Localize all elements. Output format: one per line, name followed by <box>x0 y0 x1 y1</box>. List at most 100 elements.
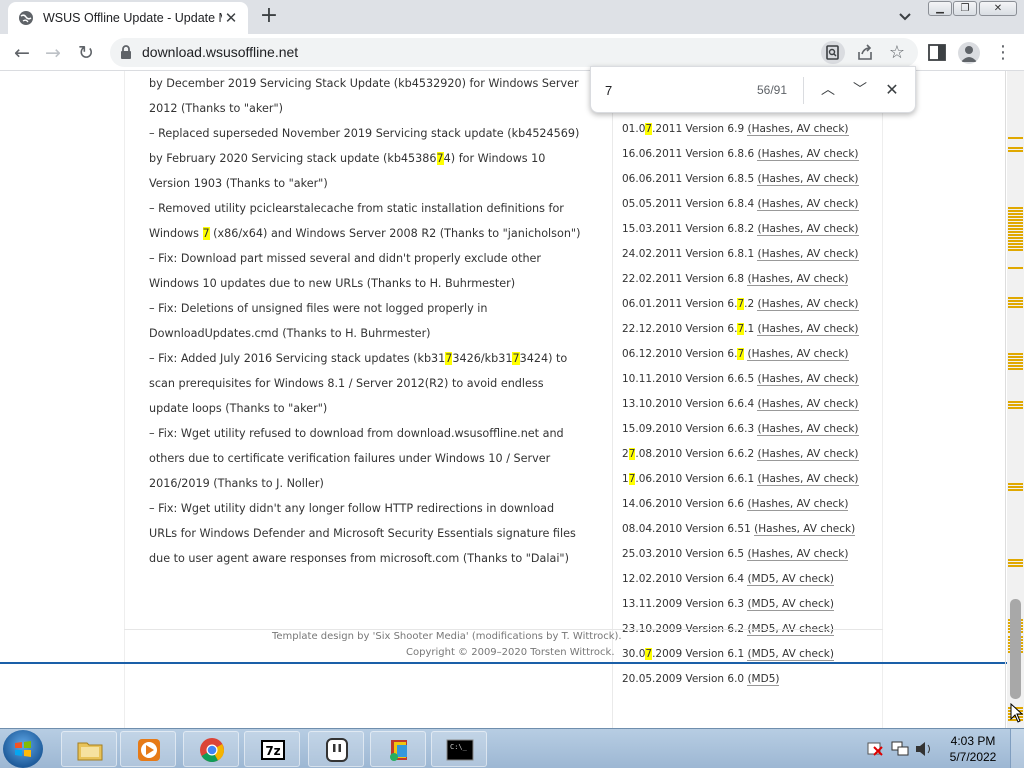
version-item[interactable]: 27.08.2010 Version 6.6.2 (Hashes, AV che… <box>622 442 859 467</box>
text-fragment: Version 6.9 <box>682 123 748 135</box>
version-item[interactable]: 14.06.2010 Version 6.6 (Hashes, AV check… <box>622 492 859 517</box>
version-item[interactable]: 20.05.2009 Version 6.0 (MD5) <box>622 667 859 692</box>
version-item[interactable]: 05.05.2011 Version 6.8.4 (Hashes, AV che… <box>622 192 859 217</box>
version-item[interactable]: 12.02.2010 Version 6.4 (MD5, AV check) <box>622 567 859 592</box>
version-date: 25.03.2010 <box>622 548 682 560</box>
find-result-tick <box>1008 489 1023 491</box>
version-item[interactable]: 13.10.2010 Version 6.6.4 (Hashes, AV che… <box>622 392 859 417</box>
version-link[interactable]: (Hashes, AV check) <box>747 273 849 286</box>
version-label: Version 6.7.2 <box>682 298 757 310</box>
version-link[interactable]: (Hashes, AV check) <box>757 223 859 236</box>
action-center-icon[interactable] <box>867 742 883 756</box>
version-item[interactable]: 06.01.2011 Version 6.7.2 (Hashes, AV che… <box>622 292 859 317</box>
find-result-tick <box>1008 147 1023 149</box>
version-item[interactable]: 08.04.2010 Version 6.51 (Hashes, AV chec… <box>622 517 859 542</box>
page-scrollbar[interactable] <box>1007 71 1024 728</box>
version-link[interactable]: (MD5, AV check) <box>747 648 834 661</box>
version-link[interactable]: (MD5) <box>747 673 780 686</box>
find-result-tick <box>1008 356 1023 358</box>
window-maximize-button[interactable]: ❐ <box>953 1 977 16</box>
version-item[interactable]: 06.12.2010 Version 6.7 (Hashes, AV check… <box>622 342 859 367</box>
version-item[interactable]: 16.06.2011 Version 6.8.6 (Hashes, AV che… <box>622 142 859 167</box>
kebab-menu-icon[interactable]: ⋮ <box>994 41 1012 65</box>
version-link[interactable]: (Hashes, AV check) <box>757 148 859 161</box>
star-icon[interactable]: ☆ <box>887 43 907 63</box>
version-link[interactable]: (Hashes, AV check) <box>747 123 849 136</box>
find-previous-button[interactable]: ︿ <box>816 78 840 102</box>
browser-tab[interactable]: WSUS Offline Update - Update M ✕ <box>8 2 248 34</box>
version-link[interactable]: (Hashes, AV check) <box>757 373 859 386</box>
tab-search-icon[interactable] <box>894 7 916 27</box>
changelog-line: Windows 10 updates due to new URLs (Than… <box>149 271 589 296</box>
version-label: Version 6.5 <box>682 548 747 560</box>
clock-time: 4:03 PM <box>950 734 996 748</box>
version-link[interactable]: (Hashes, AV check) <box>757 248 859 261</box>
version-item[interactable]: 22.12.2010 Version 6.7.1 (Hashes, AV che… <box>622 317 859 342</box>
version-label: Version 6.8 <box>682 273 747 285</box>
find-input[interactable] <box>605 81 745 99</box>
forward-button[interactable]: → <box>40 40 66 66</box>
lock-icon[interactable] <box>119 45 133 60</box>
version-link[interactable]: (Hashes, AV check) <box>757 198 859 211</box>
version-item[interactable]: 25.03.2010 Version 6.5 (Hashes, AV check… <box>622 542 859 567</box>
version-link[interactable]: (Hashes, AV check) <box>754 523 856 536</box>
window-minimize-button[interactable]: ▁ <box>928 1 952 16</box>
taskbar-clock[interactable]: 4:03 PM 5/7/2022 <box>940 733 1006 765</box>
version-link[interactable]: (Hashes, AV check) <box>757 398 859 411</box>
find-close-button[interactable]: ✕ <box>880 78 904 102</box>
version-link[interactable]: (Hashes, AV check) <box>757 298 859 311</box>
version-item[interactable]: 01.07.2011 Version 6.9 (Hashes, AV check… <box>622 117 859 142</box>
version-link[interactable]: (MD5, AV check) <box>747 598 834 611</box>
start-button[interactable] <box>3 730 43 768</box>
version-item[interactable]: 06.06.2011 Version 6.8.5 (Hashes, AV che… <box>622 167 859 192</box>
network-icon[interactable] <box>891 741 909 756</box>
side-panel-icon[interactable] <box>928 44 946 61</box>
version-item[interactable]: 15.09.2010 Version 6.6.3 (Hashes, AV che… <box>622 417 859 442</box>
version-date: 12.02.2010 <box>622 573 682 585</box>
version-link[interactable]: (Hashes, AV check) <box>747 498 849 511</box>
version-link[interactable]: (Hashes, AV check) <box>747 548 849 561</box>
share-icon[interactable] <box>855 43 875 63</box>
version-link[interactable]: (Hashes, AV check) <box>757 448 859 461</box>
text-fragment: Version 6.5 <box>682 548 748 560</box>
show-desktop-button[interactable] <box>1010 729 1024 768</box>
version-item[interactable]: 24.02.2011 Version 6.8.1 (Hashes, AV che… <box>622 242 859 267</box>
taskbar-explorer[interactable] <box>61 731 117 767</box>
find-next-button[interactable]: ﹀ <box>848 78 872 102</box>
version-link[interactable]: (Hashes, AV check) <box>747 348 849 361</box>
taskbar-installer[interactable] <box>370 731 426 767</box>
profile-icon[interactable] <box>958 42 980 64</box>
find-icon[interactable] <box>821 41 845 64</box>
version-link[interactable]: (Hashes, AV check) <box>757 323 859 336</box>
version-link[interactable]: (Hashes, AV check) <box>757 473 859 486</box>
find-result-tick <box>1008 368 1023 370</box>
taskbar-7zip[interactable]: 7z <box>244 731 300 767</box>
reload-button[interactable]: ↻ <box>73 40 99 66</box>
version-item[interactable]: 13.11.2009 Version 6.3 (MD5, AV check) <box>622 592 859 617</box>
taskbar-media-player[interactable] <box>120 731 176 767</box>
version-label: Version 6.6.5 <box>682 373 757 385</box>
url-text[interactable]: download.wsusoffline.net <box>142 44 298 60</box>
tab-close-icon[interactable]: ✕ <box>222 9 240 27</box>
taskbar-chrome[interactable] <box>183 731 239 767</box>
find-match-highlight: 7 <box>512 352 520 365</box>
scrollbar-thumb[interactable] <box>1010 599 1021 699</box>
version-link[interactable]: (MD5, AV check) <box>747 573 834 586</box>
window-close-button[interactable]: ✕ <box>979 1 1017 16</box>
back-button[interactable]: ← <box>9 40 35 66</box>
text-fragment: by December 2019 Servicing Stack Update … <box>149 77 579 90</box>
version-item[interactable]: 17.06.2010 Version 6.6.1 (Hashes, AV che… <box>622 467 859 492</box>
version-link[interactable]: (Hashes, AV check) <box>757 173 859 186</box>
find-result-tick <box>1008 562 1023 564</box>
version-item[interactable]: 15.03.2011 Version 6.8.2 (Hashes, AV che… <box>622 217 859 242</box>
tab-title: WSUS Offline Update - Update M <box>43 11 222 25</box>
address-bar[interactable]: download.wsusoffline.net ☆ <box>110 38 918 67</box>
volume-icon[interactable] <box>916 742 930 756</box>
new-tab-button[interactable]: + <box>257 5 281 29</box>
version-link[interactable]: (Hashes, AV check) <box>757 423 859 436</box>
taskbar-task-app[interactable] <box>308 731 364 767</box>
text-fragment: Version 6.6 <box>682 498 748 510</box>
taskbar-cmd[interactable]: C:\_ <box>431 731 487 767</box>
version-item[interactable]: 10.11.2010 Version 6.6.5 (Hashes, AV che… <box>622 367 859 392</box>
version-item[interactable]: 22.02.2011 Version 6.8 (Hashes, AV check… <box>622 267 859 292</box>
